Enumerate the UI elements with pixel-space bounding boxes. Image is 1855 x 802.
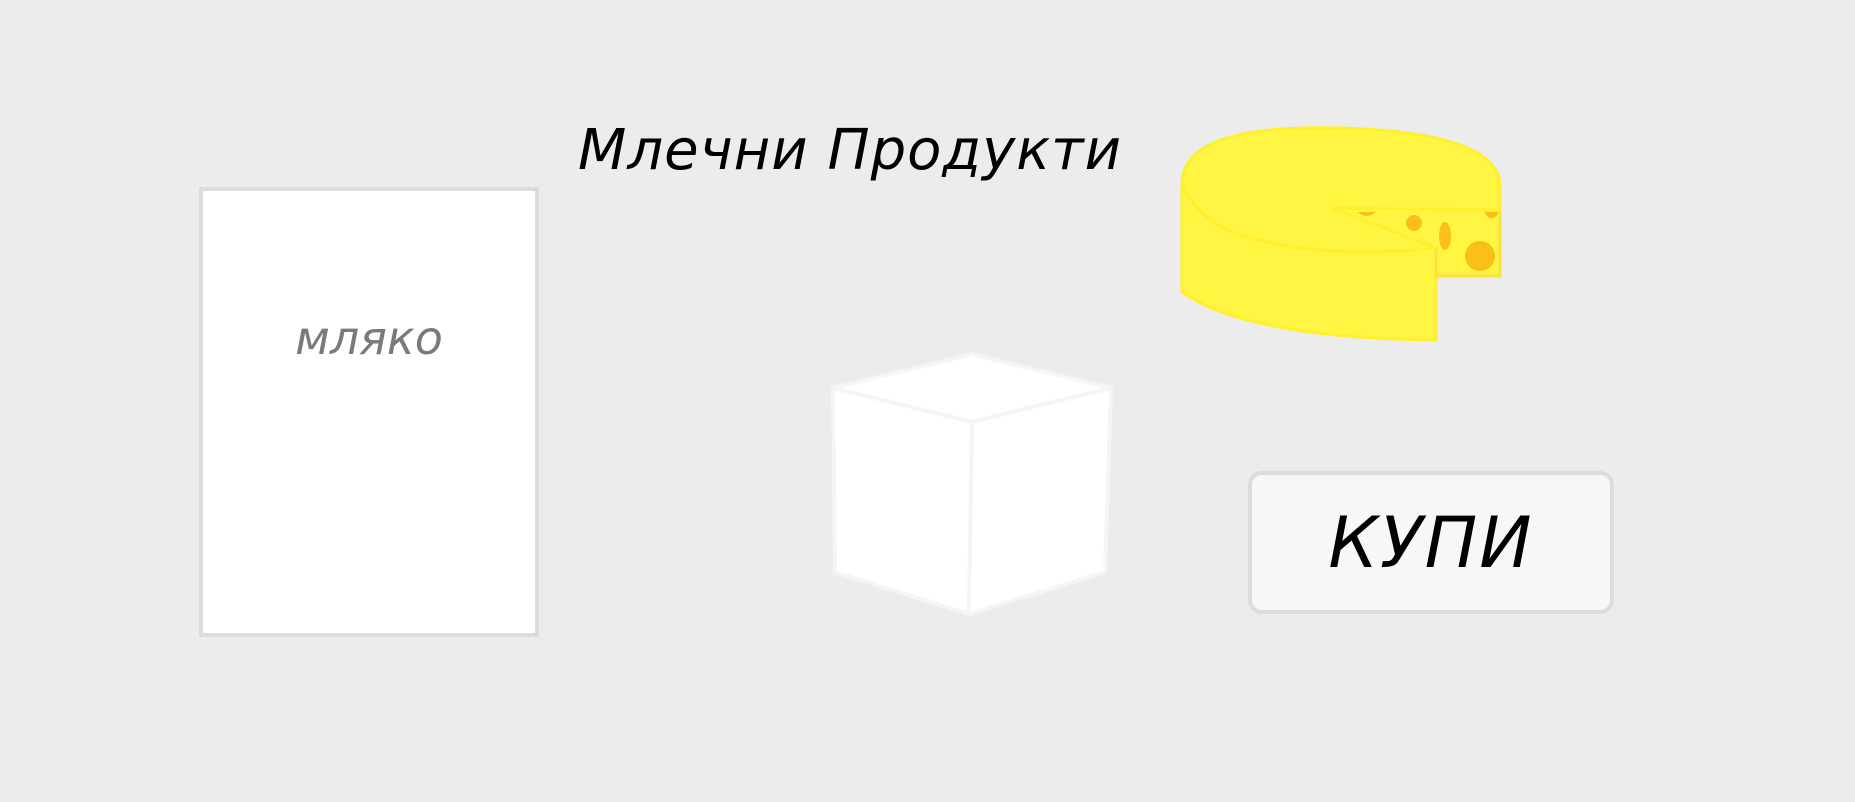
page-title: Млечни Продукти bbox=[578, 118, 1123, 183]
milk-product-card[interactable]: мляко bbox=[199, 187, 539, 637]
buy-button-label: КУПИ bbox=[1328, 501, 1534, 584]
buy-button[interactable]: КУПИ bbox=[1248, 471, 1614, 614]
cube-icon[interactable] bbox=[825, 350, 1115, 620]
milk-label: мляко bbox=[295, 311, 443, 365]
cheese-icon[interactable] bbox=[1178, 124, 1508, 350]
